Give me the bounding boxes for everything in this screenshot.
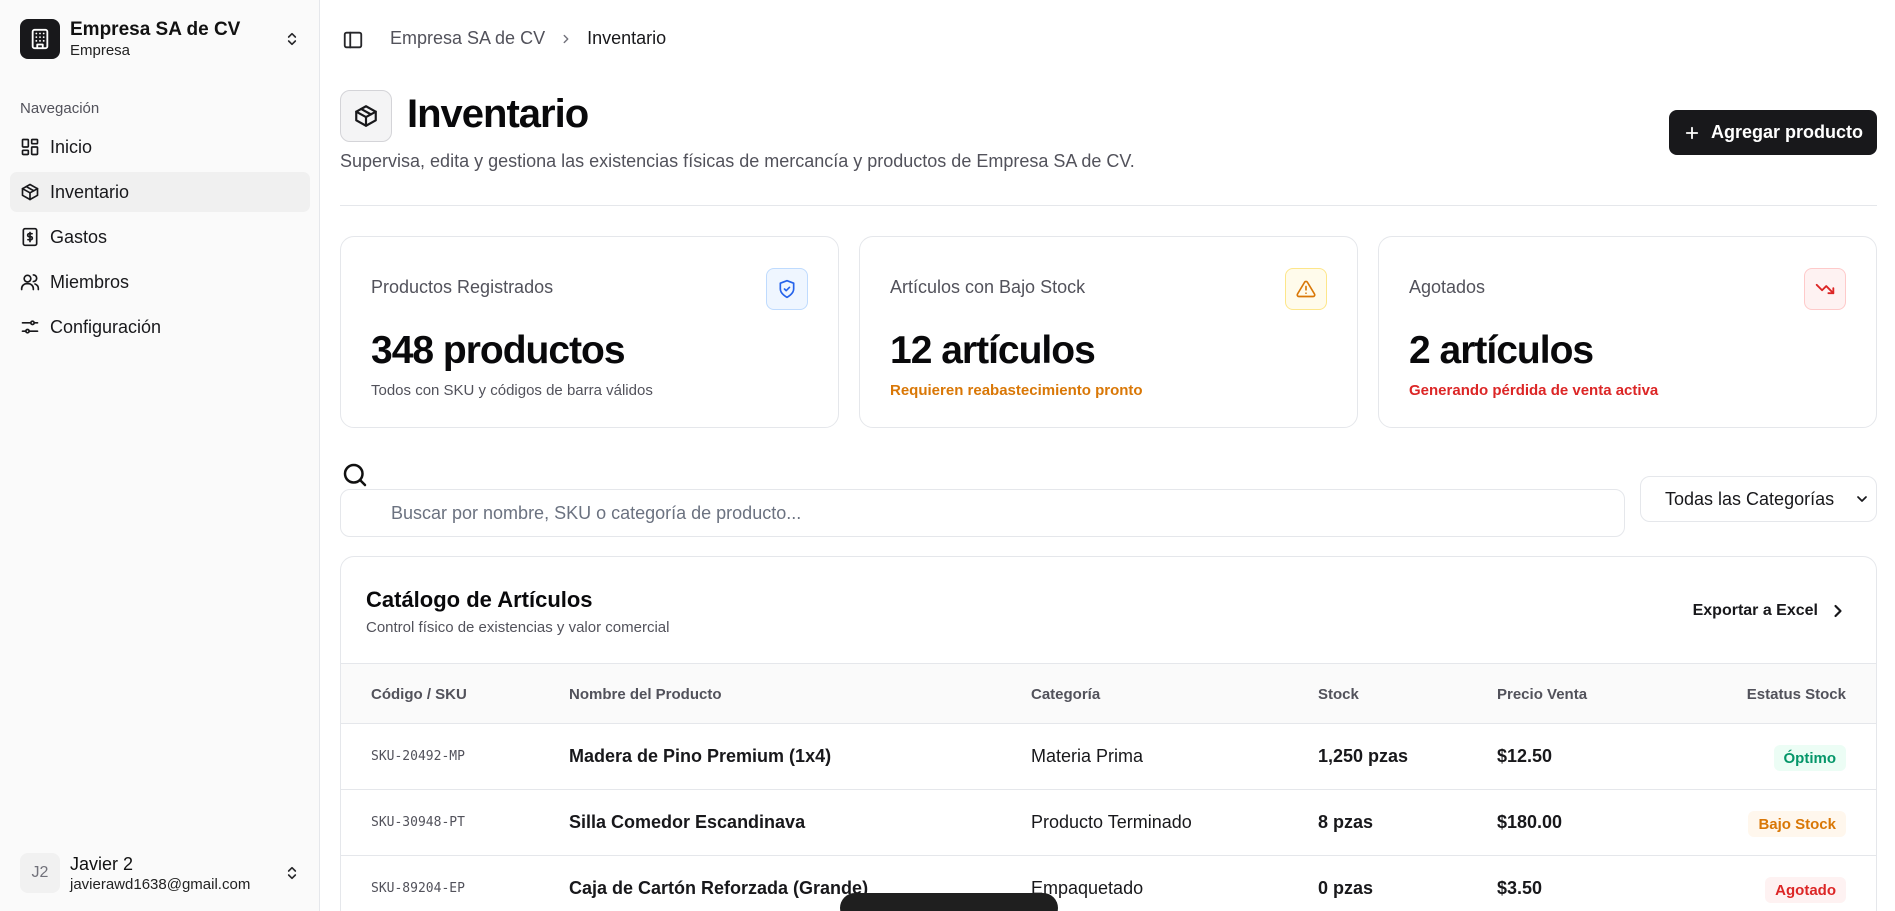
catalog-subtitle: Control físico de existencias y valor co… — [366, 619, 670, 636]
user-menu[interactable]: J2 Javier 2 javierawd1638@gmail.com — [10, 845, 310, 901]
receipt-icon — [22, 227, 38, 247]
export-label: Exportar a Excel — [1692, 602, 1818, 619]
stat-label: Productos Registrados — [371, 277, 554, 297]
product-name-cell: Silla Comedor Escandinava — [569, 812, 806, 832]
add-product-button[interactable]: Agregar producto — [1669, 110, 1877, 155]
add-product-label: Agregar producto — [1710, 122, 1863, 142]
category-cell: Materia Prima — [1031, 746, 1144, 766]
chevrons-up-down-icon — [284, 863, 300, 883]
sidebar-nav: Inicio Inventario Gastos Miembros Config… — [10, 127, 310, 352]
sidebar-item-label: Inicio — [50, 136, 93, 157]
product-name-cell: Caja de Cartón Reforzada (Grande) — [569, 878, 869, 898]
chevron-down-icon — [1854, 491, 1870, 512]
table-row[interactable]: SKU-30948-PT Silla Comedor Escandinava P… — [341, 790, 1876, 856]
org-name: Empresa SA de CV — [70, 18, 241, 40]
chevrons-up-down-icon — [284, 29, 300, 49]
stat-card-low-stock: Artículos con Bajo Stock 12 artículos Re… — [859, 236, 1358, 428]
stock-cell: 0 pzas — [1318, 878, 1374, 898]
column-header: Precio Venta — [1497, 686, 1588, 703]
column-header: Categoría — [1031, 686, 1101, 703]
sku-cell: SKU-89204-EP — [371, 881, 465, 896]
sidebar-item-miembros[interactable]: Miembros — [10, 262, 310, 302]
settings-sliders-icon — [21, 320, 39, 334]
plus-icon — [1685, 126, 1699, 139]
stat-value: 348 productos — [371, 329, 626, 372]
package-icon — [21, 183, 39, 201]
chevron-right-icon — [1834, 604, 1842, 618]
stat-label: Agotados — [1409, 277, 1486, 297]
sidebar-item-gastos[interactable]: Gastos — [10, 217, 310, 257]
shield-check-icon — [766, 268, 808, 310]
panel-left-icon — [343, 31, 363, 49]
column-header: Estatus Stock — [1746, 686, 1846, 703]
warning-icon — [1285, 268, 1327, 310]
catalog-title: Catálogo de Artículos — [366, 587, 593, 612]
nav-section-label: Navegación — [20, 100, 100, 117]
status-badge: Óptimo — [1773, 745, 1846, 771]
column-header: Stock — [1318, 686, 1359, 703]
sidebar-item-label: Configuración — [50, 316, 162, 337]
package-icon — [340, 90, 392, 142]
sidebar-toggle-button[interactable] — [340, 27, 366, 53]
org-type: Empresa — [70, 41, 131, 59]
stat-card-out-of-stock: Agotados 2 artículos Generando pérdida d… — [1378, 236, 1877, 428]
price-cell: $180.00 — [1497, 812, 1563, 832]
stat-value: 12 artículos — [890, 329, 1096, 372]
divider — [340, 205, 1877, 206]
price-cell: $12.50 — [1497, 746, 1553, 766]
price-cell: $3.50 — [1497, 878, 1543, 898]
user-email: javierawd1638@gmail.com — [70, 875, 251, 893]
stat-label: Artículos con Bajo Stock — [890, 277, 1086, 297]
breadcrumb-current: Inventario — [587, 28, 667, 48]
sidebar-item-inicio[interactable]: Inicio — [10, 127, 310, 167]
category-select[interactable]: Todas las Categorías — [1640, 476, 1877, 522]
table-row[interactable]: SKU-20492-MP Madera de Pino Premium (1x4… — [341, 724, 1876, 790]
dashboard-icon — [21, 138, 39, 156]
floating-toolbar[interactable] — [840, 893, 1058, 911]
product-name-cell: Madera de Pino Premium (1x4) — [569, 746, 832, 766]
search-input[interactable] — [340, 489, 1625, 537]
stat-note: Todos con SKU y códigos de barra válidos — [371, 382, 653, 399]
page-subtitle: Supervisa, edita y gestiona las existenc… — [340, 151, 1135, 171]
user-name: Javier 2 — [70, 853, 134, 874]
category-select-value: Todas las Categorías — [1665, 488, 1835, 509]
sku-cell: SKU-30948-PT — [371, 815, 465, 830]
trending-down-icon — [1804, 268, 1846, 310]
status-badge: Bajo Stock — [1748, 811, 1846, 837]
stat-note: Generando pérdida de venta activa — [1409, 382, 1659, 399]
status-badge: Agotado — [1765, 877, 1846, 903]
sidebar-item-label: Inventario — [50, 181, 130, 202]
org-switcher[interactable]: Empresa SA de CV Empresa — [10, 10, 310, 68]
users-icon — [20, 274, 40, 291]
stat-value: 2 artículos — [1409, 329, 1594, 372]
stat-card-registered: Productos Registrados 348 productos Todo… — [340, 236, 839, 428]
table-row[interactable]: SKU-89204-EP Caja de Cartón Reforzada (G… — [341, 856, 1876, 911]
search-icon — [340, 460, 370, 490]
page-title: Inventario — [407, 92, 589, 136]
column-header: Nombre del Producto — [569, 686, 722, 703]
sidebar-item-label: Miembros — [50, 271, 130, 292]
chevron-right-icon — [559, 32, 573, 46]
sidebar-item-inventario[interactable]: Inventario — [10, 172, 310, 212]
column-header: Código / SKU — [371, 686, 467, 703]
stat-note: Requieren reabastecimiento pronto — [890, 382, 1143, 399]
export-excel-button[interactable]: Exportar a Excel — [1693, 601, 1848, 621]
breadcrumb-parent[interactable]: Empresa SA de CV — [390, 28, 545, 49]
sidebar: Empresa SA de CV Empresa Navegación Inic… — [0, 0, 320, 911]
sku-cell: SKU-20492-MP — [371, 749, 465, 764]
sidebar-item-label: Gastos — [50, 226, 108, 247]
sidebar-item-configuracion[interactable]: Configuración — [10, 307, 310, 347]
table-header: Código / SKU Nombre del Producto Categor… — [341, 663, 1876, 724]
building-icon — [20, 19, 60, 59]
stock-cell: 8 pzas — [1318, 812, 1374, 832]
avatar: J2 — [20, 853, 60, 893]
category-cell: Producto Terminado — [1031, 812, 1192, 832]
catalog-card: Catálogo de Artículos Control físico de … — [340, 556, 1877, 911]
breadcrumb: Empresa SA de CV Inventario — [390, 28, 666, 49]
stock-cell: 1,250 pzas — [1318, 746, 1409, 766]
